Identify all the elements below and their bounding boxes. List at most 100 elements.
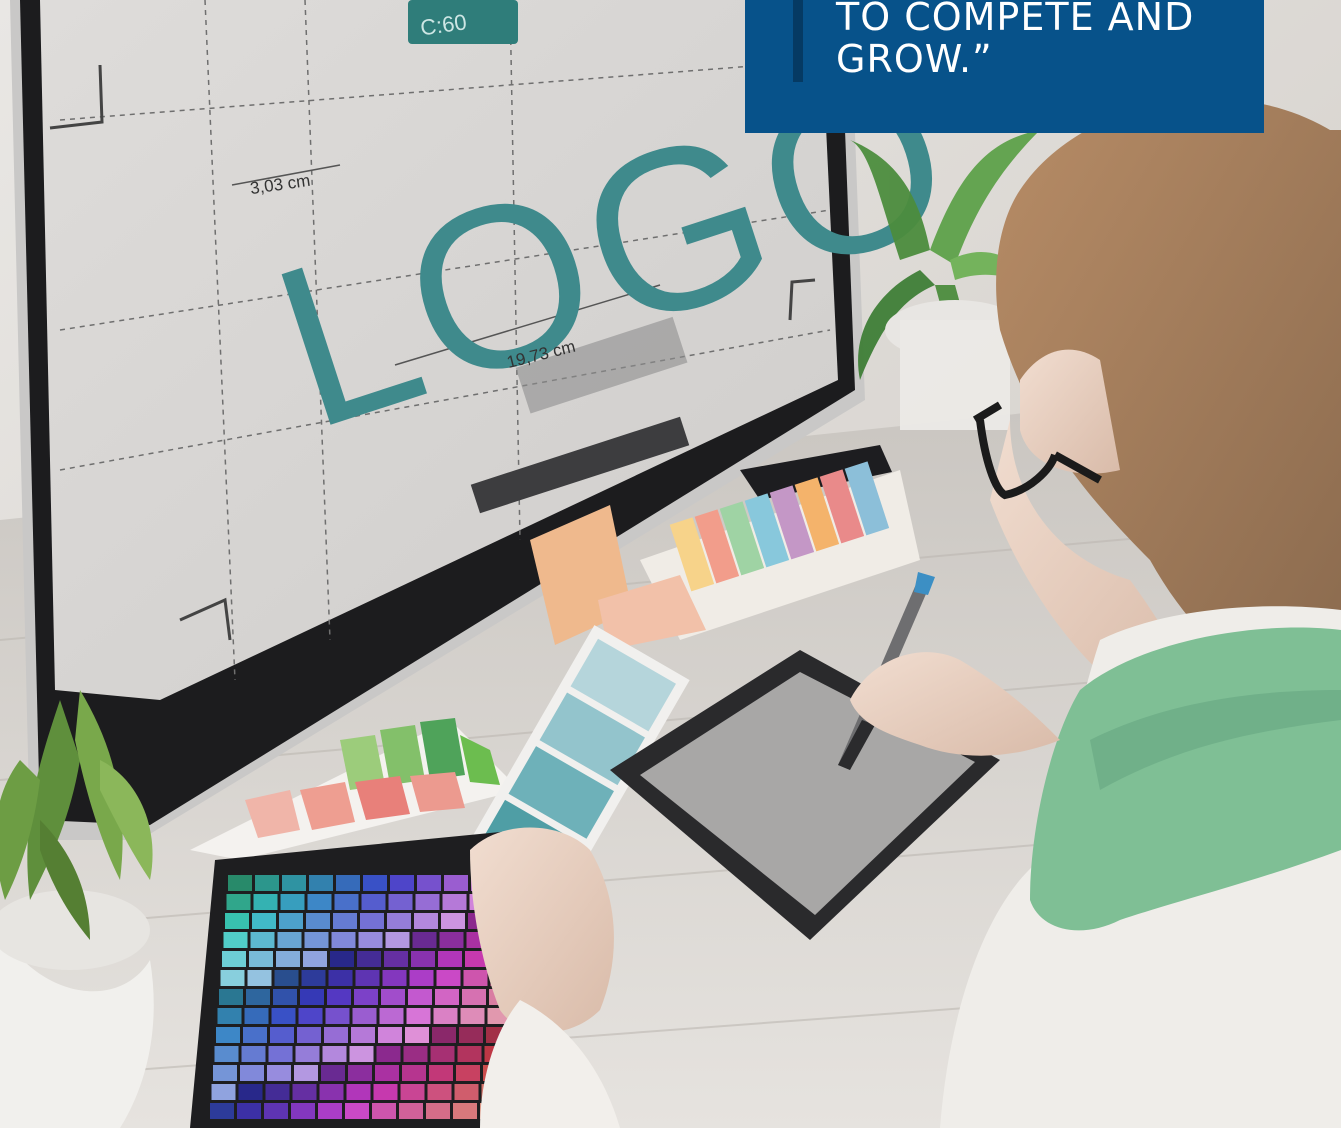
palette-cell: [330, 951, 354, 967]
palette-cell: [225, 913, 249, 929]
palette-cell: [306, 913, 330, 929]
palette-cell: [345, 1103, 369, 1119]
palette-cell: [318, 1103, 342, 1119]
palette-cell: [457, 1046, 482, 1062]
palette-cell: [373, 1084, 398, 1100]
palette-cell: [328, 970, 353, 986]
palette-cell: [237, 1103, 261, 1119]
palette-cell: [244, 1008, 269, 1024]
palette-cell: [351, 1027, 375, 1043]
palette-cell: [390, 875, 414, 891]
palette-cell: [211, 1084, 236, 1100]
palette-cell: [226, 894, 251, 910]
palette-cell: [222, 951, 246, 967]
palette-cell: [412, 932, 437, 948]
palette-cell: [274, 970, 299, 986]
palette-cell: [352, 1008, 377, 1024]
palette-cell: [325, 1008, 350, 1024]
palette-cell: [432, 1027, 456, 1043]
palette-cell: [294, 1065, 318, 1081]
palette-cell: [250, 932, 275, 948]
palette-cell: [354, 989, 378, 1005]
quote-banner: TO COMPETE AND GROW.”: [745, 0, 1264, 133]
palette-cell: [408, 989, 432, 1005]
palette-cell: [279, 913, 303, 929]
palette-cell: [253, 894, 278, 910]
palette-cell: [333, 913, 357, 929]
photo-scene: C:60 LOGO 3,03 cm 19,73 cm TO COMPETE AN…: [0, 0, 1341, 1128]
palette-cell: [249, 951, 273, 967]
palette-cell: [214, 1046, 239, 1062]
palette-cell: [355, 970, 380, 986]
palette-cell: [384, 951, 408, 967]
palette-cell: [433, 1008, 458, 1024]
palette-cell: [295, 1046, 320, 1062]
palette-cell: [271, 1008, 296, 1024]
palette-cell: [210, 1103, 234, 1119]
palette-cell: [322, 1046, 347, 1062]
palette-cell: [462, 989, 486, 1005]
palette-cell: [405, 1027, 429, 1043]
palette-cell: [436, 970, 461, 986]
palette-cell: [427, 1084, 452, 1100]
palette-cell: [430, 1046, 455, 1062]
palette-cell: [219, 989, 243, 1005]
palette-cell: [252, 913, 276, 929]
screen-tag: C:60: [408, 0, 518, 44]
palette-cell: [435, 989, 459, 1005]
palette-cell: [463, 970, 488, 986]
palette-cell: [243, 1027, 267, 1043]
palette-cell: [331, 932, 356, 948]
palette-cell: [454, 1084, 479, 1100]
palette-cell: [264, 1103, 288, 1119]
palette-cell: [220, 970, 245, 986]
palette-cell: [400, 1084, 425, 1100]
palette-cell: [415, 894, 440, 910]
palette-cell: [298, 1008, 323, 1024]
palette-cell: [240, 1065, 264, 1081]
palette-cell: [270, 1027, 294, 1043]
palette-cell: [280, 894, 305, 910]
palette-cell: [213, 1065, 237, 1081]
palette-cell: [238, 1084, 263, 1100]
palette-cell: [265, 1084, 290, 1100]
palette-cell: [303, 951, 327, 967]
palette-cell: [324, 1027, 348, 1043]
palette-cell: [346, 1084, 371, 1100]
palette-cell: [426, 1103, 450, 1119]
quote-accent-bar: [793, 0, 803, 82]
palette-cell: [439, 932, 464, 948]
palette-cell: [459, 1027, 483, 1043]
palette-cell: [255, 875, 279, 891]
palette-cell: [360, 913, 384, 929]
palette-cell: [267, 1065, 291, 1081]
palette-cell: [438, 951, 462, 967]
palette-cell: [292, 1084, 317, 1100]
palette-cell: [327, 989, 351, 1005]
palette-cell: [336, 875, 360, 891]
palette-cell: [372, 1103, 396, 1119]
palette-cell: [382, 970, 407, 986]
palette-cell: [228, 875, 252, 891]
palette-cell: [247, 970, 272, 986]
palette-cell: [348, 1065, 372, 1081]
palette-cell: [453, 1103, 477, 1119]
palette-cell: [417, 875, 441, 891]
palette-cell: [406, 1008, 431, 1024]
palette-cell: [241, 1046, 266, 1062]
palette-cell: [321, 1065, 345, 1081]
palette-cell: [268, 1046, 293, 1062]
palette-cell: [411, 951, 435, 967]
palette-cell: [273, 989, 297, 1005]
palette-cell: [402, 1065, 426, 1081]
palette-cell: [276, 951, 300, 967]
palette-cell: [387, 913, 411, 929]
palette-cell: [378, 1027, 402, 1043]
palette-cell: [282, 875, 306, 891]
palette-cell: [399, 1103, 423, 1119]
palette-cell: [361, 894, 386, 910]
palette-cell: [375, 1065, 399, 1081]
quote-text: TO COMPETE AND GROW.”: [836, 0, 1195, 81]
designer-photo: C:60 LOGO 3,03 cm 19,73 cm: [0, 0, 1341, 1128]
palette-cell: [460, 1008, 485, 1024]
